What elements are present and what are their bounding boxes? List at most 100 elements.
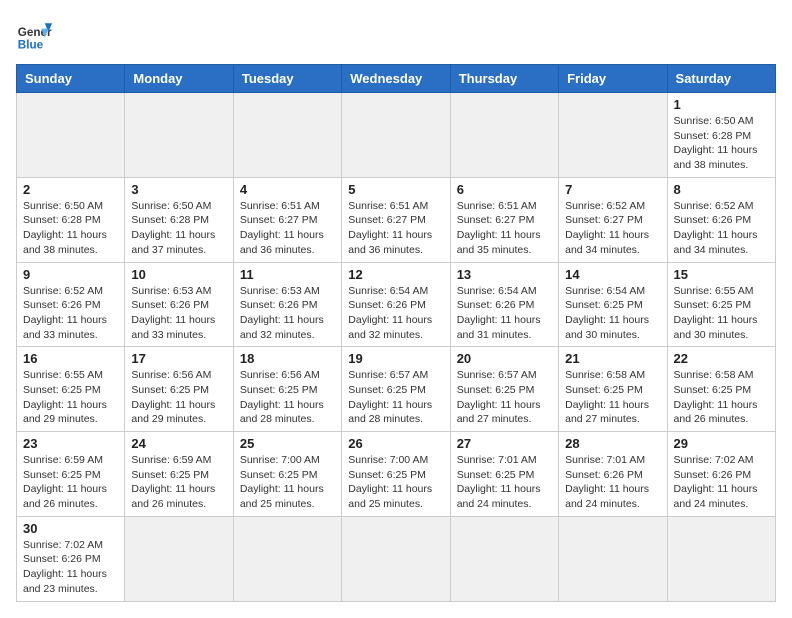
calendar-cell: 6 Sunrise: 6:51 AM Sunset: 6:27 PM Daylig… [450,177,558,262]
day-info: Sunrise: 6:50 AM Sunset: 6:28 PM Dayligh… [23,199,118,258]
day-number: 9 [23,267,118,282]
day-number: 2 [23,182,118,197]
day-info: Sunrise: 6:54 AM Sunset: 6:26 PM Dayligh… [457,284,552,343]
day-info: Sunrise: 7:02 AM Sunset: 6:26 PM Dayligh… [674,453,769,512]
day-info: Sunrise: 6:59 AM Sunset: 6:25 PM Dayligh… [131,453,226,512]
calendar-cell: 20 Sunrise: 6:57 AM Sunset: 6:25 PM Dayli… [450,347,558,432]
calendar-cell [125,93,233,178]
day-number: 16 [23,351,118,366]
day-number: 20 [457,351,552,366]
day-number: 12 [348,267,443,282]
day-number: 7 [565,182,660,197]
day-info: Sunrise: 6:58 AM Sunset: 6:25 PM Dayligh… [674,368,769,427]
day-number: 25 [240,436,335,451]
weekday-header-thursday: Thursday [450,65,558,93]
day-info: Sunrise: 7:00 AM Sunset: 6:25 PM Dayligh… [240,453,335,512]
day-info: Sunrise: 6:54 AM Sunset: 6:25 PM Dayligh… [565,284,660,343]
day-number: 18 [240,351,335,366]
day-number: 11 [240,267,335,282]
calendar-cell: 29 Sunrise: 7:02 AM Sunset: 6:26 PM Dayli… [667,432,775,517]
calendar-cell: 28 Sunrise: 7:01 AM Sunset: 6:26 PM Dayli… [559,432,667,517]
day-info: Sunrise: 6:55 AM Sunset: 6:25 PM Dayligh… [674,284,769,343]
calendar-cell: 18 Sunrise: 6:56 AM Sunset: 6:25 PM Dayli… [233,347,341,432]
day-info: Sunrise: 6:59 AM Sunset: 6:25 PM Dayligh… [23,453,118,512]
calendar-cell [125,516,233,601]
day-number: 4 [240,182,335,197]
day-info: Sunrise: 7:01 AM Sunset: 6:25 PM Dayligh… [457,453,552,512]
day-info: Sunrise: 6:57 AM Sunset: 6:25 PM Dayligh… [457,368,552,427]
weekday-header-friday: Friday [559,65,667,93]
day-number: 10 [131,267,226,282]
day-number: 6 [457,182,552,197]
calendar-cell: 11Sunrise: 6:53 AM Sunset: 6:26 PM Dayli… [233,262,341,347]
day-number: 5 [348,182,443,197]
day-number: 26 [348,436,443,451]
calendar-cell [450,516,558,601]
day-info: Sunrise: 6:53 AM Sunset: 6:26 PM Dayligh… [131,284,226,343]
calendar-cell [450,93,558,178]
day-number: 17 [131,351,226,366]
day-info: Sunrise: 6:51 AM Sunset: 6:27 PM Dayligh… [457,199,552,258]
calendar-cell [559,93,667,178]
day-number: 30 [23,521,118,536]
calendar-cell: 22 Sunrise: 6:58 AM Sunset: 6:25 PM Dayli… [667,347,775,432]
calendar-table: SundayMondayTuesdayWednesdayThursdayFrid… [16,64,776,602]
calendar-cell: 25 Sunrise: 7:00 AM Sunset: 6:25 PM Dayli… [233,432,341,517]
logo: General Blue [16,16,52,52]
calendar-cell: 3Sunrise: 6:50 AM Sunset: 6:28 PM Daylig… [125,177,233,262]
page-header: General Blue [16,16,776,52]
calendar-cell: 10 Sunrise: 6:53 AM Sunset: 6:26 PM Dayli… [125,262,233,347]
weekday-header-sunday: Sunday [17,65,125,93]
day-number: 28 [565,436,660,451]
calendar-cell: 1Sunrise: 6:50 AM Sunset: 6:28 PM Daylig… [667,93,775,178]
weekday-header-tuesday: Tuesday [233,65,341,93]
calendar-cell [667,516,775,601]
calendar-cell: 9 Sunrise: 6:52 AM Sunset: 6:26 PM Daylig… [17,262,125,347]
day-number: 23 [23,436,118,451]
calendar-cell [17,93,125,178]
day-info: Sunrise: 6:51 AM Sunset: 6:27 PM Dayligh… [348,199,443,258]
day-info: Sunrise: 6:50 AM Sunset: 6:28 PM Dayligh… [674,114,769,173]
calendar-cell [342,516,450,601]
day-number: 15 [674,267,769,282]
day-number: 8 [674,182,769,197]
day-number: 24 [131,436,226,451]
calendar-cell: 24 Sunrise: 6:59 AM Sunset: 6:25 PM Dayli… [125,432,233,517]
calendar-cell: 23 Sunrise: 6:59 AM Sunset: 6:25 PM Dayli… [17,432,125,517]
calendar-cell: 12 Sunrise: 6:54 AM Sunset: 6:26 PM Dayli… [342,262,450,347]
calendar-cell: 2 Sunrise: 6:50 AM Sunset: 6:28 PM Daylig… [17,177,125,262]
day-info: Sunrise: 6:55 AM Sunset: 6:25 PM Dayligh… [23,368,118,427]
calendar-cell: 27 Sunrise: 7:01 AM Sunset: 6:25 PM Dayli… [450,432,558,517]
day-info: Sunrise: 6:54 AM Sunset: 6:26 PM Dayligh… [348,284,443,343]
day-info: Sunrise: 7:00 AM Sunset: 6:25 PM Dayligh… [348,453,443,512]
day-number: 19 [348,351,443,366]
day-info: Sunrise: 6:52 AM Sunset: 6:27 PM Dayligh… [565,199,660,258]
day-info: Sunrise: 6:56 AM Sunset: 6:25 PM Dayligh… [240,368,335,427]
day-number: 22 [674,351,769,366]
svg-text:Blue: Blue [18,38,44,51]
day-info: Sunrise: 7:01 AM Sunset: 6:26 PM Dayligh… [565,453,660,512]
calendar-cell [559,516,667,601]
calendar-cell: 7 Sunrise: 6:52 AM Sunset: 6:27 PM Daylig… [559,177,667,262]
calendar-cell: 8 Sunrise: 6:52 AM Sunset: 6:26 PM Daylig… [667,177,775,262]
weekday-header-saturday: Saturday [667,65,775,93]
day-info: Sunrise: 6:52 AM Sunset: 6:26 PM Dayligh… [674,199,769,258]
calendar-cell: 4Sunrise: 6:51 AM Sunset: 6:27 PM Daylig… [233,177,341,262]
calendar-cell: 15 Sunrise: 6:55 AM Sunset: 6:25 PM Dayli… [667,262,775,347]
day-number: 13 [457,267,552,282]
calendar-cell: 19Sunrise: 6:57 AM Sunset: 6:25 PM Dayli… [342,347,450,432]
day-number: 29 [674,436,769,451]
calendar-cell: 14Sunrise: 6:54 AM Sunset: 6:25 PM Dayli… [559,262,667,347]
day-info: Sunrise: 6:52 AM Sunset: 6:26 PM Dayligh… [23,284,118,343]
calendar-cell [342,93,450,178]
day-number: 21 [565,351,660,366]
calendar-cell: 17Sunrise: 6:56 AM Sunset: 6:25 PM Dayli… [125,347,233,432]
day-info: Sunrise: 6:50 AM Sunset: 6:28 PM Dayligh… [131,199,226,258]
day-number: 27 [457,436,552,451]
weekday-header-monday: Monday [125,65,233,93]
calendar-cell: 13 Sunrise: 6:54 AM Sunset: 6:26 PM Dayli… [450,262,558,347]
calendar-cell: 5 Sunrise: 6:51 AM Sunset: 6:27 PM Daylig… [342,177,450,262]
day-info: Sunrise: 7:02 AM Sunset: 6:26 PM Dayligh… [23,538,118,597]
calendar-cell [233,516,341,601]
day-info: Sunrise: 6:58 AM Sunset: 6:25 PM Dayligh… [565,368,660,427]
